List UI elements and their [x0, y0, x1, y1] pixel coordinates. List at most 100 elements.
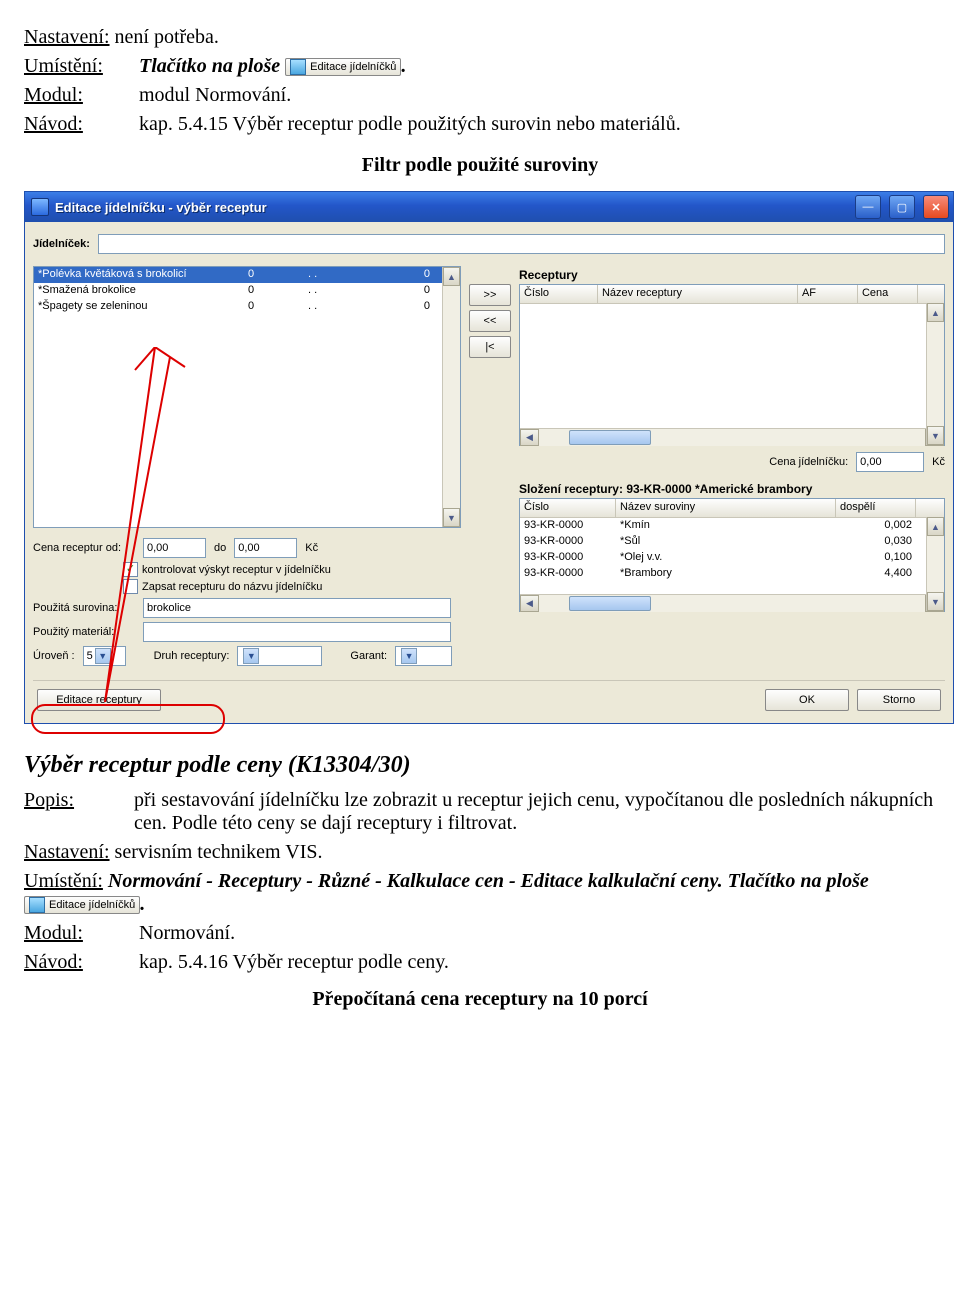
scroll-up-icon[interactable]: ▲ — [927, 303, 944, 322]
chevron-down-icon: ▼ — [95, 648, 111, 664]
scrollbar[interactable]: ▲ ▼ — [926, 517, 944, 611]
minimize-button[interactable]: — — [855, 195, 881, 219]
label-umisteni2: Umístění: — [24, 870, 103, 892]
remove-button[interactable]: << — [469, 310, 511, 332]
scroll-up-icon[interactable]: ▲ — [443, 267, 460, 286]
value-umisteni2: Normování - Receptury - Různé - Kalkulac… — [108, 870, 869, 892]
move-buttons: >> << |< — [469, 284, 511, 670]
value-navod: kap. 5.4.15 Výběr receptur podle použitý… — [139, 113, 681, 135]
chevron-down-icon: ▼ — [401, 648, 417, 664]
left-scrollbar[interactable]: ▲ ▼ — [442, 267, 460, 527]
label-slozeni: Složení receptury: 93-KR-0000 *Americké … — [519, 482, 945, 496]
label-uroven: Úroveň : — [33, 650, 75, 662]
figure-caption: Filtr podle použité suroviny — [24, 154, 936, 177]
toolbar-button-label: Editace jídelníčků — [49, 899, 135, 911]
menu-icon — [29, 897, 45, 913]
scrollbar[interactable]: ▲ ▼ — [926, 303, 944, 445]
label-umisteni: Umístění: — [24, 55, 134, 78]
table-row[interactable]: 93-KR-0000 *Kmín 0,002 — [520, 518, 927, 534]
edit-recipe-button[interactable]: Editace receptury — [37, 689, 161, 711]
titlebar[interactable]: Editace jídelníčku - výběr receptur — ▢ … — [25, 192, 953, 222]
first-button[interactable]: |< — [469, 336, 511, 358]
label-kc: Kč — [305, 542, 318, 554]
scroll-down-icon[interactable]: ▼ — [927, 592, 944, 611]
line-umisteni: Umístění: Tlačítko na ploše Editace jíde… — [24, 55, 936, 78]
toolbar-button-label: Editace jídelníčků — [310, 61, 396, 73]
scroll-left-icon[interactable]: ◀ — [520, 595, 539, 612]
ok-button[interactable]: OK — [765, 689, 849, 711]
scroll-up-icon[interactable]: ▲ — [927, 517, 944, 536]
input-cena-do[interactable]: 0,00 — [234, 538, 297, 558]
value-cena-jidelnicku: 0,00 — [856, 452, 924, 472]
input-jidelnicek[interactable] — [98, 234, 945, 254]
figure-caption-2: Přepočítaná cena receptury na 10 porcí — [24, 988, 936, 1011]
label-cena-od: Cena receptur od: — [33, 542, 135, 554]
left-listview[interactable]: *Polévka květáková s brokolicí 0 . . 0 *… — [33, 266, 461, 528]
label-kc2: Kč — [932, 456, 945, 468]
label-cena-jidelnicku: Cena jídelníčku: — [769, 456, 848, 468]
table-row[interactable]: 93-KR-0000 *Olej v.v. 0,100 — [520, 550, 927, 566]
value-popis: při sestavování jídelníčku lze zobrazit … — [134, 789, 936, 835]
select-druh[interactable]: ▼ — [237, 646, 322, 666]
close-button[interactable]: ✕ — [923, 195, 949, 219]
label-garant: Garant: — [350, 650, 387, 662]
value-nastaveni2: servisním technikem VIS. — [115, 841, 323, 863]
label-nastaveni: Nastavení: — [24, 26, 110, 48]
value-modul2: Normování. — [139, 922, 235, 944]
label-druh: Druh receptury: — [154, 650, 230, 662]
table-row[interactable]: 93-KR-0000 *Brambory 4,400 — [520, 566, 927, 582]
right-column: Receptury Číslo Název receptury AF Cena … — [519, 266, 945, 670]
label-navod2: Návod: — [24, 951, 134, 974]
input-cena-od[interactable]: 0,00 — [143, 538, 206, 558]
label-pouzity-material: Použitý materiál: — [33, 626, 135, 638]
app-icon — [31, 198, 49, 216]
list-item[interactable]: *Smažená brokolice 0 . . 0 — [34, 283, 443, 299]
line-nastaveni: Nastavení: není potřeba. — [24, 26, 936, 49]
checkbox-zapsat[interactable]: Zapsat recepturu do názvu jídelníčku — [123, 579, 461, 594]
app-window: Editace jídelníčku - výběr receptur — ▢ … — [24, 191, 954, 724]
value-navod2: kap. 5.4.16 Výběr receptur podle ceny. — [139, 951, 449, 973]
label-modul: Modul: — [24, 84, 134, 107]
list-item[interactable]: *Špagety se zeleninou 0 . . 0 — [34, 299, 443, 315]
input-pouzita-surovina[interactable]: brokolice — [143, 598, 451, 618]
scroll-down-icon[interactable]: ▼ — [927, 426, 944, 445]
right-listview-receptury[interactable]: Číslo Název receptury AF Cena ▲ ▼ ◀ — [519, 284, 945, 446]
line-modul: Modul: modul Normování. — [24, 84, 936, 107]
toolbar-button-editace-jidelnicku[interactable]: Editace jídelníčků — [285, 58, 401, 76]
select-uroven[interactable]: 5 ▼ — [83, 646, 126, 666]
scroll-left-icon[interactable]: ◀ — [520, 429, 539, 446]
chevron-down-icon: ▼ — [243, 648, 259, 664]
left-column: *Polévka květáková s brokolicí 0 . . 0 *… — [33, 266, 461, 670]
label-popis: Popis: — [24, 789, 114, 835]
label-pouzita-surovina: Použitá surovina: — [33, 602, 135, 614]
select-garant[interactable]: ▼ — [395, 646, 452, 666]
window-title: Editace jídelníčku - výběr receptur — [55, 200, 847, 215]
table-row[interactable]: 93-KR-0000 *Sůl 0,030 — [520, 534, 927, 550]
line-navod: Návod: kap. 5.4.15 Výběr receptur podle … — [24, 113, 936, 136]
label-do: do — [214, 542, 226, 554]
label-nastaveni2: Nastavení: — [24, 841, 110, 863]
label-modul2: Modul: — [24, 922, 134, 945]
value-nastaveni: není potřeba. — [115, 26, 219, 48]
section-heading: Výběr receptur podle ceny (K13304/30) — [24, 752, 936, 779]
value-modul: modul Normování. — [139, 84, 291, 106]
scroll-down-icon[interactable]: ▼ — [443, 508, 460, 527]
storno-button[interactable]: Storno — [857, 689, 941, 711]
menu-icon — [290, 59, 306, 75]
list-item[interactable]: *Polévka květáková s brokolicí 0 . . 0 — [34, 267, 443, 283]
label-receptury: Receptury — [519, 268, 945, 282]
hscrollbar[interactable]: ◀ ▶ — [520, 594, 944, 612]
right-listview-slozeni[interactable]: Číslo Název suroviny dospělí 93-KR-0000 … — [519, 498, 945, 612]
maximize-button[interactable]: ▢ — [889, 195, 915, 219]
checkbox-icon: ✓ — [123, 562, 138, 577]
label-jidelnicek: Jídelníček: — [33, 238, 90, 250]
hscrollbar[interactable]: ◀ ▶ — [520, 428, 944, 446]
dialog-button-bar: Editace receptury OK Storno — [33, 680, 945, 713]
checkbox-icon — [123, 579, 138, 594]
input-pouzity-material[interactable] — [143, 622, 451, 642]
add-button[interactable]: >> — [469, 284, 511, 306]
toolbar-button-editace-jidelnicku-2[interactable]: Editace jídelníčků — [24, 896, 140, 914]
label-navod: Návod: — [24, 113, 134, 136]
value-umisteni: Tlačítko na ploše — [139, 55, 285, 77]
checkbox-kontrolovat[interactable]: ✓ kontrolovat výskyt receptur v jídelníč… — [123, 562, 461, 577]
